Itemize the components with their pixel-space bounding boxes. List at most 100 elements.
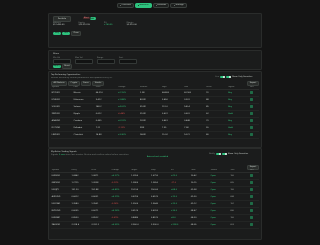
open-icon[interactable] [250,181,253,184]
apply-label: Apply [54,65,60,68]
chip-label: Forex [83,82,89,85]
chip-forex[interactable]: Forex [80,81,92,86]
reset-button[interactable]: Reset [62,64,72,69]
open-icon[interactable] [250,202,253,205]
table-row[interactable]: EURGBP 0.8530 0.8522 -0.09% 0.8480 0.8570 +8.0… [51,214,259,222]
row-action [249,207,259,215]
table-cell: 1.0950 [130,172,151,180]
table-cell: -0.09% [110,214,131,222]
stat-balance: Balance $12,450.00 [53,22,64,27]
table-row[interactable]: GBPUSD 1.2715 1.2698 -0.13% 1.2800 1.2650 -17.… [51,179,259,187]
table-row[interactable]: AUDUSD 0.6612 0.6631 +0.29% 0.6700 0.6570 +19.… [51,193,259,201]
signals-subtitle: Signals 3 new since last session. Review… [51,154,129,156]
close-button[interactable]: Close [71,31,81,36]
table-row[interactable]: ETHUSD Ethereum 3,412 +1.88% 820M 3,450 3,301 8… [51,96,259,104]
table-cell: 1.3640 [150,200,171,208]
table-row[interactable]: DOTUSD Polkadot 7.21 -1.12% 95M 7.35 7.08 55 Hol… [51,124,259,132]
table-cell: GBPUSD [51,179,71,187]
open-icon[interactable] [250,98,253,101]
table-cell: Hold [227,110,250,118]
open-icon[interactable] [250,188,253,191]
open-icon[interactable] [250,112,253,115]
table-row[interactable]: EURUSD 1.0842 1.0871 +0.27% 1.0950 1.0790 +29.… [51,172,259,180]
order-buttons: Buy Sell Close [53,31,81,36]
favorites-toggle[interactable] [226,76,232,79]
sort-select[interactable] [119,59,137,65]
max-vol-input[interactable] [75,59,93,65]
table-cell: 140M [139,131,162,139]
live-toggle[interactable] [220,76,226,79]
chip-crypto[interactable]: Crypto [68,81,80,86]
table-cell: 0.455 [95,117,118,125]
table-cell: Open [210,207,230,215]
table-cell: Open [210,193,230,201]
table-row[interactable]: LNKUSD Chainlink 14.88 +3.30% 140M 15.02 14.21… [51,131,259,139]
open-icon[interactable] [250,223,253,226]
table-row[interactable]: XAUUSD 2,318.4 2,331.2 +0.55% 2,360.0 2,300.0… [51,221,259,229]
table-cell: 0.6 [229,207,250,215]
table-cell: EURUSD [51,172,71,180]
range-input[interactable] [97,59,115,65]
chip-all[interactable]: All Markets [51,81,68,86]
open-icon[interactable] [250,105,253,108]
tab-settings[interactable]: Settings [170,3,187,8]
open-icon[interactable] [250,195,253,198]
open-icon[interactable] [250,126,253,129]
table-cell: 2,331.2 [90,221,111,229]
table-cell: 0.6612 [70,193,91,201]
table-cell: 0.6055 [70,207,91,215]
table-cell: 10:42 [190,172,210,180]
chip-stocks[interactable]: Stocks [92,81,104,86]
signals-table: Symbol Entry Price Change Target Stop P/… [51,169,259,229]
table-cell: Open [210,179,230,187]
tab-label: Watchlist [139,4,149,7]
table-cell: Buy [227,131,250,139]
add-button[interactable]: + Add [90,15,96,20]
table-row[interactable]: USDJPY 151.20 151.88 +0.45% 152.50 150.60 +68.… [51,186,259,194]
table-cell: 08:47 [190,207,210,215]
filters-panel: Filters Min Vol Max Vol Range Sort Apply… [48,50,262,70]
table-row[interactable]: BTCUSD Bitcoin 64,210 +2.15% 1.2B 64,800 62,90… [51,89,259,97]
table-cell: 62 [205,110,228,118]
table-cell: 85 [205,103,228,111]
table-cell: 80 [205,131,228,139]
notify-toggle[interactable] [215,153,221,156]
stat-value: $2,310.00 [126,24,137,27]
tab-positions[interactable]: Positions [152,3,170,8]
signals-favorites-label: Show Only Favorites [227,153,249,156]
table-cell: Ethereum [73,96,96,104]
table-cell: 64,210 [95,89,118,97]
open-icon[interactable] [250,119,253,122]
table-row[interactable]: ADAUSD Cardano 0.455 +0.91% 120M 0.461 0.448 70… [51,117,259,125]
open-icon[interactable] [250,216,253,219]
add-button-label: + Add [90,15,94,20]
table-row[interactable]: XRPUSD Ripple 0.612 -0.44% 210M 0.622 0.601 62 H… [51,110,259,118]
table-cell: 1.0 [229,214,250,222]
open-icon[interactable] [250,133,253,136]
row-action [249,179,259,187]
row-action [249,110,259,118]
tab-overview[interactable]: Overview [117,3,134,8]
filter-actions: Apply Reset [53,64,72,69]
table-cell: +16.0 [170,207,191,215]
table-cell: +2.15% [117,89,140,97]
open-icon[interactable] [250,209,253,212]
table-cell: +8.0 [170,214,191,222]
table-row[interactable]: SOLUSD Solana 148.2 +4.02% 310M 151.0 140.4 85 B… [51,103,259,111]
open-icon[interactable] [250,174,253,177]
close-label: Close [73,32,79,35]
export-button[interactable]: Export [247,81,259,86]
table-cell: XAUUSD [51,221,71,229]
sell-button[interactable]: Sell [62,32,70,35]
apply-button[interactable]: Apply [53,65,61,68]
table-cell: 0.8530 [70,214,91,222]
table-cell: USDJPY [51,186,71,194]
tab-watchlist[interactable]: Watchlist [134,3,152,8]
table-row[interactable]: USDCAD 1.3580 1.3561 -0.14% 1.3500 1.3640 +19.… [51,200,259,208]
table-cell: 1.3561 [90,200,111,208]
table-row[interactable]: NZDUSD 0.6055 0.6071 +0.26% 0.6120 0.6010 +16.… [51,207,259,215]
buy-button[interactable]: Buy [53,32,61,35]
table-cell: 210M [139,110,162,118]
signals-favorites-toggle[interactable] [221,153,227,156]
open-icon[interactable] [250,91,253,94]
